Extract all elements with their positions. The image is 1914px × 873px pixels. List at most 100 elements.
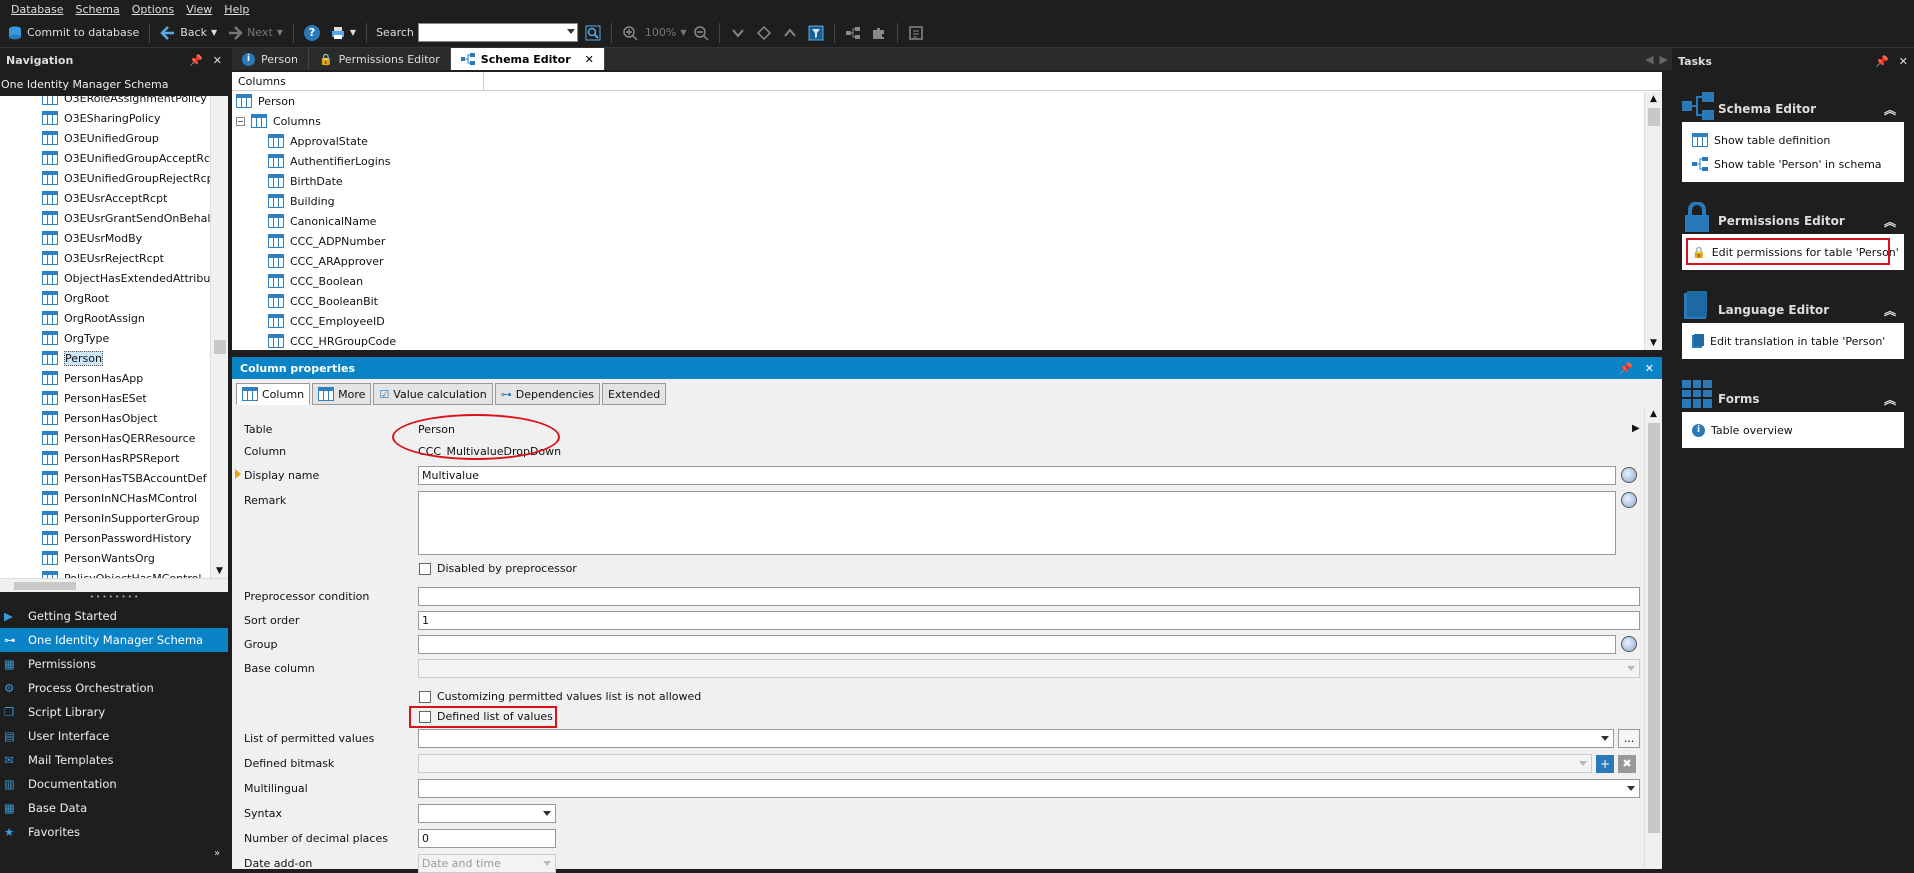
- more-sections-icon[interactable]: »: [214, 848, 220, 859]
- chevron-down-icon[interactable]: ▼: [1650, 338, 1657, 348]
- task-link-show-table-definition[interactable]: Show table definition: [1682, 128, 1904, 152]
- tree-folder-columns[interactable]: − Columns: [232, 111, 1662, 131]
- help-button[interactable]: ?: [301, 22, 323, 44]
- nav-section-script-library[interactable]: ❐ Script Library: [0, 700, 228, 724]
- collapse-icon[interactable]: −: [236, 116, 245, 126]
- nav-tree-item[interactable]: O3EUsrModBy: [0, 228, 210, 248]
- tab-extended[interactable]: Extended: [602, 383, 667, 405]
- collapse-button[interactable]: [727, 22, 749, 44]
- translate-globe-icon[interactable]: [1621, 492, 1637, 508]
- task-head-language-editor[interactable]: Language Editor ︽: [1682, 291, 1904, 323]
- tab-value-calculation[interactable]: ☑ Value calculation: [373, 383, 493, 405]
- display-name-input[interactable]: Multivalue: [418, 466, 1616, 485]
- delete-bitmask-icon[interactable]: ✖: [1618, 755, 1636, 773]
- tab-scroll-right-icon[interactable]: ▶: [1660, 53, 1668, 66]
- menu-help[interactable]: Help: [224, 3, 249, 16]
- menu-view[interactable]: View: [186, 3, 212, 16]
- nav-tree-item[interactable]: O3EUnifiedGroupAcceptRcpt: [0, 148, 210, 168]
- filter-button[interactable]: [805, 22, 827, 44]
- nav-tree-item[interactable]: O3ERoleAssignmentPolicy: [0, 96, 210, 108]
- zoom-in-button[interactable]: [619, 22, 641, 44]
- task-link-table-overview[interactable]: i Table overview: [1682, 418, 1904, 442]
- tab-more[interactable]: More: [312, 383, 372, 405]
- search-input[interactable]: [417, 23, 578, 42]
- nav-section-permissions[interactable]: ▦ Permissions: [0, 652, 228, 676]
- collapse-chevron-icon[interactable]: ︽: [1884, 101, 1896, 118]
- nav-tree-item[interactable]: PersonInNCHasMControl: [0, 488, 210, 508]
- nav-tree-item[interactable]: O3EUnifiedGroupRejectRcpt: [0, 168, 210, 188]
- nav-tree-item[interactable]: O3EUnifiedGroup: [0, 128, 210, 148]
- print-button[interactable]: ▼: [327, 22, 359, 44]
- menu-database[interactable]: Database: [11, 3, 64, 16]
- defined-bitmask-select[interactable]: [418, 754, 1592, 773]
- chevron-down-icon[interactable]: ▼: [216, 566, 223, 576]
- tab-schema-editor[interactable]: Schema Editor ✕: [450, 48, 605, 70]
- scrollbar-thumb[interactable]: [1648, 108, 1660, 126]
- nav-section-documentation[interactable]: ▥ Documentation: [0, 772, 228, 796]
- sort-order-input[interactable]: 1: [418, 611, 1640, 630]
- tab-dependencies[interactable]: ⊶ Dependencies: [494, 383, 601, 405]
- report-button[interactable]: [905, 22, 927, 44]
- tab-column[interactable]: Column: [236, 383, 311, 405]
- tab-person[interactable]: i Person: [232, 48, 309, 70]
- task-link-show-table-in-schema[interactable]: Show table 'Person' in schema: [1682, 152, 1904, 176]
- zoom-out-button[interactable]: [690, 22, 712, 44]
- zoom-level[interactable]: 100%: [645, 26, 676, 39]
- nav-tree-item[interactable]: PersonInSupporterGroup: [0, 508, 210, 528]
- date-addon-select[interactable]: Date and time: [418, 854, 556, 873]
- close-icon[interactable]: ✕: [1645, 362, 1654, 375]
- schema-scrollbar[interactable]: ▲ ▼: [1644, 92, 1662, 350]
- nav-section-getting-started[interactable]: ▶ Getting Started: [0, 604, 228, 628]
- chevron-up-icon[interactable]: ▲: [1650, 94, 1657, 104]
- collapse-chevron-icon[interactable]: ︽: [1884, 391, 1896, 408]
- schema-column-item[interactable]: CCC_ADPNumber: [232, 231, 1662, 251]
- navigation-hscrollbar[interactable]: [0, 578, 228, 592]
- nav-tree-item[interactable]: PersonHasRPSReport: [0, 448, 210, 468]
- close-icon[interactable]: ✕: [213, 54, 222, 67]
- schema-column-item[interactable]: CanonicalName: [232, 211, 1662, 231]
- next-button[interactable]: Next ▼: [224, 22, 286, 44]
- nav-tree-item[interactable]: ObjectHasExtendedAttribute: [0, 268, 210, 288]
- task-head-schema-editor[interactable]: Schema Editor ︽: [1682, 92, 1904, 122]
- schema-column-item[interactable]: ApprovalState: [232, 131, 1662, 151]
- permitted-values-ellipsis-button[interactable]: ...: [1618, 729, 1640, 748]
- properties-scrollbar[interactable]: ▲: [1644, 407, 1662, 869]
- base-column-select[interactable]: [418, 659, 1640, 678]
- multilingual-select[interactable]: [418, 779, 1640, 798]
- nav-section-user-interface[interactable]: ▤ User Interface: [0, 724, 228, 748]
- nav-section-mail-templates[interactable]: ✉ Mail Templates: [0, 748, 228, 772]
- nav-tree-item[interactable]: OrgType: [0, 328, 210, 348]
- expand-button[interactable]: [779, 22, 801, 44]
- nav-tree-item[interactable]: O3EUsrRejectRcpt: [0, 248, 210, 268]
- expand-toggle-button[interactable]: [753, 22, 775, 44]
- expand-arrow-icon[interactable]: ▶: [1632, 423, 1640, 434]
- schema-column-item[interactable]: CCC_BooleanBit: [232, 291, 1662, 311]
- schema-column-item[interactable]: CCC_EmployeeID: [232, 311, 1662, 331]
- commit-button[interactable]: Commit to database: [4, 22, 142, 44]
- task-link-edit-translation[interactable]: Edit translation in table 'Person': [1682, 329, 1904, 353]
- nav-tree-item[interactable]: OrgRootAssign: [0, 308, 210, 328]
- schema-column-item[interactable]: CCC_ARApprover: [232, 251, 1662, 271]
- remark-input[interactable]: [418, 491, 1616, 555]
- menu-schema[interactable]: Schema: [76, 3, 120, 16]
- schema-column-item[interactable]: CCC_Boolean: [232, 271, 1662, 291]
- pin-icon[interactable]: 📌: [1619, 362, 1633, 375]
- preprocessor-condition-input[interactable]: [418, 587, 1640, 606]
- nav-section-process-orchestration[interactable]: ⚙ Process Orchestration: [0, 676, 228, 700]
- schema-column-item[interactable]: Building: [232, 191, 1662, 211]
- permitted-values-select[interactable]: [418, 729, 1614, 748]
- pin-icon[interactable]: 📌: [1875, 55, 1889, 68]
- nav-section-one-identity-manager-schema[interactable]: ⊶ One Identity Manager Schema: [0, 628, 228, 652]
- search-button[interactable]: [582, 22, 604, 44]
- translate-globe-icon[interactable]: [1621, 467, 1637, 483]
- nav-tree-item[interactable]: Person: [0, 348, 210, 368]
- decimal-places-input[interactable]: 0: [418, 829, 556, 848]
- tab-permissions-editor[interactable]: 🔒 Permissions Editor: [309, 48, 451, 70]
- collapse-chevron-icon[interactable]: ︽: [1884, 213, 1896, 230]
- tab-scroll-left-icon[interactable]: ◀: [1645, 53, 1653, 66]
- scrollbar-thumb[interactable]: [1648, 423, 1660, 833]
- disabled-by-preprocessor-checkbox[interactable]: [419, 563, 431, 575]
- menu-options[interactable]: Options: [132, 3, 174, 16]
- nav-tree-item[interactable]: PolicyObjectHasMControl: [0, 568, 210, 578]
- nav-tree-item[interactable]: O3EUsrAcceptRcpt: [0, 188, 210, 208]
